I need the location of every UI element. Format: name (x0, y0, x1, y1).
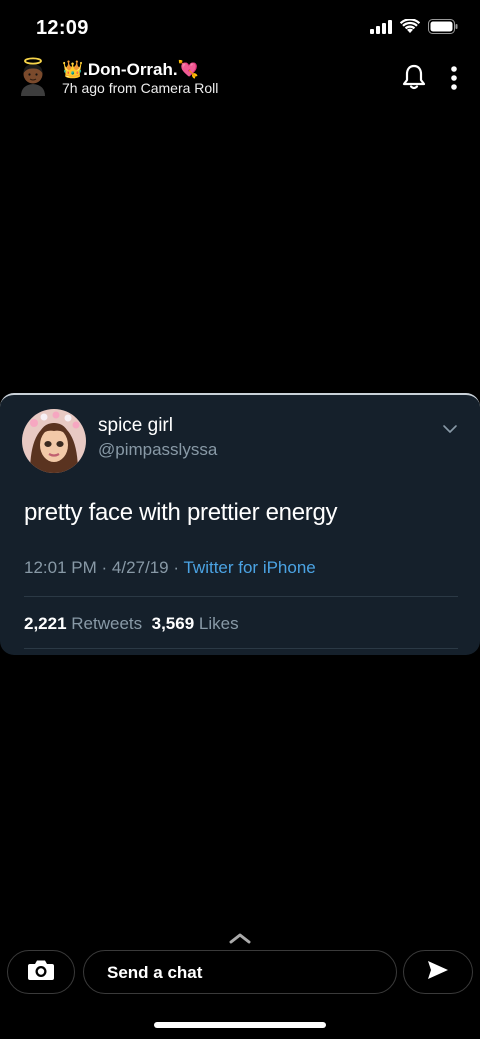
retweets-label: Retweets (71, 614, 143, 633)
status-bar: 12:09 (0, 0, 480, 58)
send-button[interactable] (403, 950, 473, 994)
more-icon[interactable] (450, 66, 458, 95)
divider (24, 596, 458, 597)
tweet-handle: @pimpasslyssa (98, 440, 218, 459)
chevron-up-icon[interactable] (229, 931, 251, 949)
wifi-icon (399, 18, 421, 39)
meta-separator: · (173, 558, 180, 577)
retweets-count: 2,221 (24, 614, 67, 633)
divider (24, 648, 458, 649)
chevron-down-icon (442, 421, 458, 439)
home-indicator[interactable] (154, 1022, 326, 1028)
tweet-avatar (22, 409, 86, 473)
story-header: 👑.Don-Orrah.💘 7h ago from Camera Roll (0, 56, 480, 104)
chat-input[interactable]: Send a chat (83, 950, 397, 994)
chat-bar: Send a chat (0, 950, 480, 996)
tweet-text: pretty face with prettier energy (24, 499, 338, 526)
tweet-card: spice girl @pimpasslyssa pretty face wit… (0, 393, 480, 655)
camera-icon (27, 959, 55, 986)
tweet-display-name: spice girl (98, 415, 173, 436)
tweet-stats: 2,221 Retweets 3,569 Likes (24, 614, 239, 634)
send-icon (427, 960, 449, 985)
camera-button[interactable] (7, 950, 75, 994)
battery-icon (428, 19, 458, 39)
tweet-meta: 12:01 PM · 4/27/19 · Twitter for iPhone (24, 558, 316, 578)
meta-separator: · (101, 558, 108, 577)
story-subtitle: 7h ago from Camera Roll (62, 80, 219, 96)
bell-icon[interactable] (402, 64, 426, 95)
likes-count: 3,569 (151, 614, 195, 633)
tweet-date: 4/27/19 (111, 558, 169, 577)
chat-placeholder: Send a chat (107, 963, 203, 982)
bitmoji-avatar[interactable] (14, 56, 52, 98)
likes-label: Likes (198, 614, 239, 633)
signal-icon (370, 19, 392, 39)
status-icons (370, 18, 458, 39)
tweet-source: Twitter for iPhone (183, 558, 316, 577)
story-username[interactable]: 👑.Don-Orrah.💘 (62, 60, 199, 80)
status-time: 12:09 (36, 17, 89, 39)
tweet-time: 12:01 PM (24, 558, 97, 577)
